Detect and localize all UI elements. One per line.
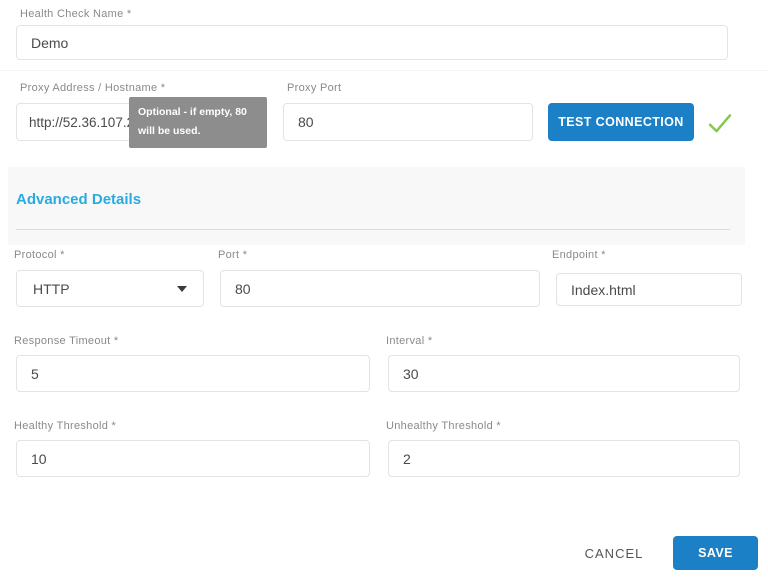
- advanced-details-panel: Advanced Details: [8, 167, 745, 245]
- proxy-port-label: Proxy Port: [287, 82, 341, 94]
- port-input[interactable]: [220, 270, 540, 307]
- test-connection-button[interactable]: TEST CONNECTION: [548, 103, 694, 141]
- success-check-icon: [706, 109, 734, 137]
- cancel-button[interactable]: CANCEL: [576, 538, 652, 568]
- endpoint-input[interactable]: [556, 273, 742, 306]
- endpoint-label: Endpoint *: [552, 249, 606, 261]
- health-check-name-label: Health Check Name *: [20, 8, 131, 20]
- save-button[interactable]: SAVE: [673, 536, 758, 570]
- response-timeout-input[interactable]: [16, 355, 370, 392]
- advanced-details-title: Advanced Details: [16, 191, 141, 208]
- healthy-threshold-label: Healthy Threshold *: [14, 420, 116, 432]
- proxy-address-label: Proxy Address / Hostname *: [20, 82, 165, 94]
- healthy-threshold-input[interactable]: [16, 440, 370, 477]
- dropdown-caret-icon: [177, 286, 187, 292]
- proxy-port-tooltip: Optional - if empty, 80 will be used.: [129, 97, 267, 148]
- protocol-select[interactable]: HTTP: [16, 270, 204, 307]
- response-timeout-label: Response Timeout *: [14, 335, 118, 347]
- section-divider: [0, 70, 768, 71]
- health-check-name-input[interactable]: [16, 25, 728, 60]
- advanced-details-divider: [16, 229, 730, 230]
- proxy-port-input[interactable]: [283, 103, 533, 141]
- interval-input[interactable]: [388, 355, 740, 392]
- interval-label: Interval *: [386, 335, 432, 347]
- port-label: Port *: [218, 249, 247, 261]
- protocol-selected-value: HTTP: [33, 281, 70, 297]
- protocol-label: Protocol *: [14, 249, 65, 261]
- unhealthy-threshold-input[interactable]: [388, 440, 740, 477]
- unhealthy-threshold-label: Unhealthy Threshold *: [386, 420, 501, 432]
